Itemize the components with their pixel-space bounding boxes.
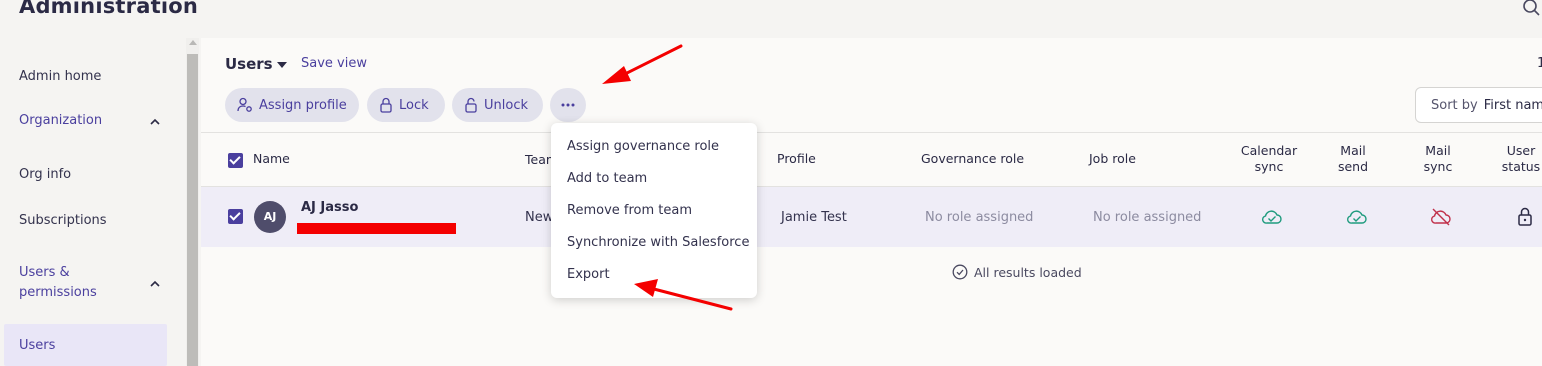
sort-select[interactable]: Sort by First name <box>1415 87 1542 123</box>
table-header: Name Team Profile Governance role Job ro… <box>201 132 1542 187</box>
page-title: Administration <box>19 0 198 18</box>
job-role-cell: No role assigned <box>1093 210 1202 225</box>
avatar: AJ <box>254 201 286 233</box>
menu-item-synchronize-salesforce[interactable]: Synchronize with Salesforce <box>567 235 749 250</box>
chevron-up-icon[interactable] <box>148 277 162 291</box>
view-selector[interactable]: Users <box>225 55 273 73</box>
menu-item-add-to-team[interactable]: Add to team <box>567 171 647 186</box>
user-gear-icon <box>237 97 252 112</box>
column-header-name[interactable]: Name <box>253 151 290 166</box>
sidebar-group-organization[interactable]: Organization <box>19 111 102 131</box>
caret-down-icon[interactable] <box>277 62 287 68</box>
sidebar-item-label: Users <box>19 338 56 353</box>
user-name-link[interactable]: AJ Jasso <box>301 200 358 215</box>
chevron-up-icon[interactable] <box>148 115 162 129</box>
row-checkbox[interactable] <box>228 209 243 224</box>
sidebar: Admin home Organization Org info Subscri… <box>0 38 185 366</box>
sidebar-scrollbar[interactable] <box>186 38 199 366</box>
cloud-check-icon <box>1347 210 1367 224</box>
more-actions-menu: Assign governance role Add to team Remov… <box>551 123 757 298</box>
search-icon[interactable] <box>1520 0 1542 20</box>
assign-profile-label: Assign profile <box>259 97 347 113</box>
cloud-off-icon <box>1431 208 1451 226</box>
ellipsis-icon <box>561 103 575 107</box>
column-header-mail-send[interactable]: Mail send <box>1326 143 1380 175</box>
governance-role-cell: No role assigned <box>925 210 1034 225</box>
sort-label: Sort by <box>1431 98 1478 113</box>
sidebar-item-org-info[interactable]: Org info <box>19 167 71 182</box>
team-cell: New <box>525 210 554 225</box>
select-all-checkbox[interactable] <box>228 153 243 168</box>
menu-item-remove-from-team[interactable]: Remove from team <box>567 203 692 218</box>
menu-item-export[interactable]: Export <box>567 267 610 282</box>
save-view-link[interactable]: Save view <box>301 56 367 71</box>
lock-icon <box>1518 207 1532 226</box>
results-status: All results loaded <box>952 264 1082 280</box>
lock-icon <box>380 97 392 113</box>
scrollbar-thumb[interactable] <box>187 54 198 366</box>
column-header-job-role[interactable]: Job role <box>1089 151 1136 166</box>
sidebar-group-users-permissions[interactable]: Users & permissions <box>19 263 114 303</box>
scroll-up-arrow-icon[interactable] <box>189 40 197 45</box>
table-row[interactable]: AJ AJ Jasso New Jamie Test No role assig… <box>201 187 1542 247</box>
cloud-check-icon <box>1262 210 1282 224</box>
profile-cell: Jamie Test <box>781 210 847 225</box>
check-circle-icon <box>952 264 968 280</box>
page-count: 1 <box>1537 56 1542 71</box>
sidebar-item-subscriptions[interactable]: Subscriptions <box>19 213 107 228</box>
unlock-label: Unlock <box>484 97 528 113</box>
results-status-text: All results loaded <box>974 264 1082 280</box>
column-header-profile[interactable]: Profile <box>777 151 816 166</box>
more-actions-button[interactable] <box>550 88 586 122</box>
main-panel: Users Save view 1 Assign profile Lock Un… <box>201 38 1542 366</box>
lock-label: Lock <box>399 97 429 113</box>
unlock-icon <box>465 97 477 113</box>
column-header-user-status[interactable]: User status <box>1495 143 1542 175</box>
unlock-button[interactable]: Unlock <box>452 88 543 122</box>
menu-item-assign-governance-role[interactable]: Assign governance role <box>567 139 719 154</box>
redaction-bar <box>297 223 456 234</box>
sidebar-item-admin-home[interactable]: Admin home <box>19 69 101 84</box>
sort-value: First name <box>1483 98 1542 113</box>
lock-button[interactable]: Lock <box>367 88 445 122</box>
column-header-governance-role[interactable]: Governance role <box>921 151 1024 166</box>
sidebar-item-users[interactable]: Users <box>4 324 167 366</box>
column-header-calendar-sync[interactable]: Calendar sync <box>1231 143 1307 175</box>
assign-profile-button[interactable]: Assign profile <box>225 88 359 122</box>
column-header-mail-sync[interactable]: Mail sync <box>1411 143 1465 175</box>
